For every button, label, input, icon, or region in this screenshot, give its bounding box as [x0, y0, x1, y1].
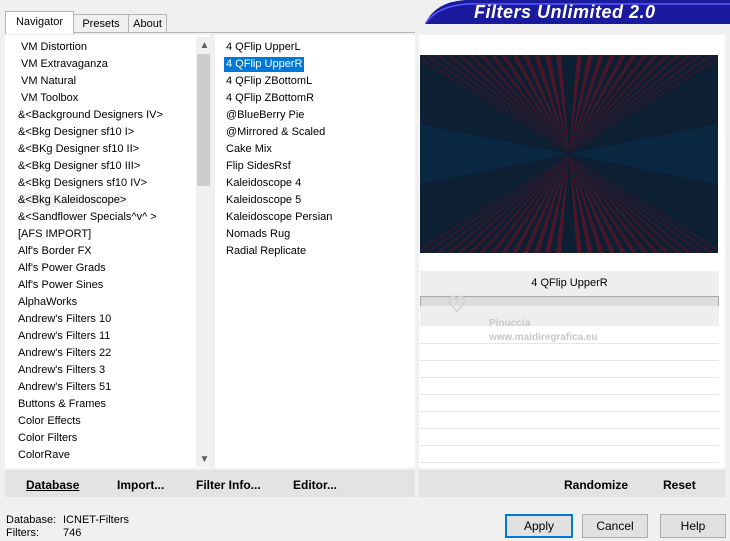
help-button[interactable]: Help — [660, 514, 726, 538]
filter-item[interactable]: @BlueBerry Pie — [226, 108, 304, 122]
category-item[interactable]: VM Toolbox — [21, 91, 78, 105]
tab-presets[interactable]: Presets — [72, 14, 130, 33]
filter-item[interactable]: @Mirrored & Scaled — [226, 125, 325, 139]
param-divider — [420, 445, 719, 446]
category-item[interactable]: Color Effects — [18, 414, 81, 428]
param-divider — [420, 394, 719, 395]
category-item[interactable]: &<Background Designers IV> — [18, 108, 163, 122]
category-item[interactable]: Andrew's Filters 3 — [18, 363, 105, 377]
category-item[interactable]: ColorRave — [18, 448, 70, 462]
category-item[interactable]: &<Bkg Designer sf10 III> — [18, 159, 140, 173]
filter-info-button[interactable]: Filter Info... — [196, 478, 261, 492]
filter-item[interactable]: 4 QFlip ZBottomL — [226, 74, 312, 88]
category-item[interactable]: &<Sandflower Specials^v^ > — [18, 210, 157, 224]
filters-label: Filters: — [6, 527, 39, 539]
filter-item[interactable]: 4 QFlip ZBottomR — [226, 91, 314, 105]
watermark-heart-icon: ♡ — [447, 292, 467, 317]
banner-title: Filters Unlimited 2.0 — [474, 2, 656, 22]
category-item[interactable]: VM Natural — [21, 74, 76, 88]
watermark-name: Pinuccia — [489, 318, 531, 329]
filter-list[interactable]: 4 QFlip UpperL 4 QFlip UpperR 4 QFlip ZBot… — [215, 35, 415, 468]
filter-item[interactable]: Flip SidesRsf — [226, 159, 291, 173]
filter-item[interactable]: 4 QFlip UpperR — [224, 57, 305, 72]
category-item[interactable]: VM Distortion — [21, 40, 87, 54]
category-item[interactable]: Buttons & Frames — [18, 397, 106, 411]
filter-item[interactable]: 4 QFlip UpperL — [226, 40, 301, 54]
param-divider — [420, 360, 719, 361]
scroll-up-icon[interactable]: ▲ — [199, 41, 210, 51]
randomize-button[interactable]: Randomize — [564, 478, 628, 492]
category-item[interactable]: AlphaWorks — [18, 295, 77, 309]
category-item[interactable]: Alf's Power Grads — [18, 261, 106, 275]
category-item[interactable]: VM Extravaganza — [21, 57, 108, 71]
category-list[interactable]: VM Distortion VM Extravaganza VM Natural VM… — [5, 35, 210, 468]
param-divider — [420, 411, 719, 412]
tab-about[interactable]: About — [128, 14, 167, 33]
param-divider — [420, 377, 719, 378]
category-item[interactable]: &<BKg Designer sf10 II> — [18, 142, 139, 156]
editor-button[interactable]: Editor... — [293, 478, 337, 492]
tab-navigator[interactable]: Navigator — [5, 11, 74, 34]
filter-item[interactable]: Kaleidoscope 5 — [226, 193, 301, 207]
category-item[interactable]: &<Bkg Designers sf10 IV> — [18, 176, 147, 190]
apply-button[interactable]: Apply — [505, 514, 573, 538]
scroll-down-icon[interactable]: ▼ — [199, 455, 210, 465]
database-value: ICNET-Filters — [63, 514, 129, 526]
category-scrollbar[interactable]: ▲ ▼ — [196, 37, 210, 467]
scroll-thumb[interactable] — [197, 54, 210, 186]
filter-item[interactable]: Kaleidoscope 4 — [226, 176, 301, 190]
cancel-button[interactable]: Cancel — [582, 514, 648, 538]
import-button[interactable]: Import... — [117, 478, 164, 492]
param-divider — [420, 462, 719, 463]
param-divider — [420, 343, 719, 344]
category-item[interactable]: Andrew's Filters 10 — [18, 312, 111, 326]
filters-count: 746 — [63, 527, 82, 539]
category-item[interactable]: Alf's Border FX — [18, 244, 92, 258]
category-item[interactable]: Andrew's Filters 11 — [18, 329, 110, 343]
reset-button[interactable]: Reset — [663, 478, 696, 492]
database-button[interactable]: Database — [26, 478, 79, 492]
category-item[interactable]: Alf's Power Sines — [18, 278, 103, 292]
filter-item[interactable]: Nomads Rug — [226, 227, 290, 241]
category-item[interactable]: Andrew's Filters 51 — [18, 380, 111, 394]
param-divider — [420, 428, 719, 429]
filter-item[interactable]: Radial Replicate — [226, 244, 306, 258]
watermark-url: www.maidiregrafica.eu — [489, 332, 598, 343]
preview-image — [420, 55, 718, 253]
category-item[interactable]: Andrew's Filters 22 — [18, 346, 111, 360]
category-item[interactable]: Color Filters — [18, 431, 77, 445]
database-label: Database: — [6, 514, 57, 526]
category-item[interactable]: &<Bkg Designer sf10 I> — [18, 125, 134, 139]
category-item[interactable]: &<Bkg Kaleidoscope> — [16, 193, 129, 207]
category-item[interactable]: [AFS IMPORT] — [18, 227, 91, 241]
filter-item[interactable]: Kaleidoscope Persian — [226, 210, 332, 224]
filter-item[interactable]: Cake Mix — [226, 142, 272, 156]
